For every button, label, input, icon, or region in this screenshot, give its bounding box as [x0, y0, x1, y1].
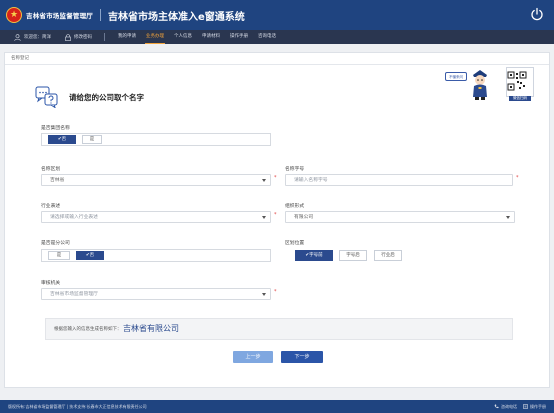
- footer: 版权所有:吉林省市场监督管理厅 | 技术支持:长春市大正信息技术有限责任公司 咨…: [0, 400, 554, 413]
- preview-label: 根据您输入的信息生成名称如下：: [54, 327, 122, 332]
- branch-company-option-yes[interactable]: 是: [48, 251, 70, 260]
- page-headline: 请给您的公司取个名字: [35, 86, 144, 108]
- nav-menu: 我的申请 业务办理 个人信息 申请材料 操作手册 咨询电话: [113, 30, 281, 44]
- group-name-options: ✔否 是: [41, 133, 271, 146]
- branch-company-label: 是否是分公司: [41, 241, 70, 246]
- preview-value: 吉林省有限公司: [123, 324, 179, 333]
- branch-company-options: 是 ✔否: [41, 249, 271, 262]
- nav-item-business[interactable]: 业务办理: [141, 30, 169, 44]
- main-content: 名称登记 请给您的公司取个名字 不懂来问 微信扫码 是否集团名称 ✔否 是 名称…: [4, 52, 550, 388]
- help-bubble[interactable]: 不懂来问: [445, 72, 467, 81]
- region-label: 名称区划: [41, 167, 61, 172]
- nav-item-manual[interactable]: 操作手册: [225, 30, 253, 44]
- nav-item-my-applications[interactable]: 我的申请: [113, 30, 141, 44]
- org-name: 吉林省市场监督管理厅: [26, 12, 93, 20]
- nav-item-hotline[interactable]: 咨询电话: [253, 30, 281, 44]
- authority-select[interactable]: 吉林省市场监督管理厅: [41, 288, 271, 300]
- org-form-label: 组织形式: [285, 204, 305, 209]
- welcome-text: 欢迎您：简洋: [24, 35, 51, 40]
- region-select[interactable]: 吉林省: [41, 174, 271, 186]
- industry-label: 行业表述: [41, 204, 61, 209]
- user-icon: [14, 33, 21, 41]
- group-name-label: 是否集团名称: [41, 126, 70, 131]
- district-position-label: 区划位置: [285, 241, 305, 246]
- footer-links: 咨询电话 操作手册: [494, 400, 546, 413]
- chevron-down-icon: [506, 216, 510, 219]
- headline-text: 请给您的公司取个名字: [69, 92, 144, 102]
- nav-bar: 欢迎您：简洋 修改密码 我的申请 业务办理 个人信息 申请材料 操作手册 咨询电…: [0, 30, 554, 44]
- required-mark: *: [516, 175, 519, 181]
- trade-name-input[interactable]: 请输入名称字号: [285, 174, 513, 186]
- breadcrumb: 名称登记: [5, 53, 549, 65]
- org-form-select[interactable]: 有限公司: [285, 211, 515, 223]
- question-bubble-icon: [35, 86, 58, 108]
- required-mark: *: [274, 212, 277, 218]
- page: ★ 吉林省市场监督管理厅 吉林省市场主体准入e窗通系统 欢迎您：简洋 修改密码 …: [0, 0, 554, 413]
- trade-name-placeholder: 请输入名称字号: [294, 178, 328, 183]
- header-divider: [100, 9, 101, 21]
- authority-value: 吉林省市场监督管理厅: [50, 292, 98, 297]
- trade-name-label: 名称字号: [285, 167, 305, 172]
- district-position-option-after-industry[interactable]: 行业后: [374, 250, 402, 261]
- name-preview: 根据您输入的信息生成名称如下： 吉林省有限公司: [45, 318, 513, 340]
- user-welcome: 欢迎您：简洋: [14, 33, 51, 41]
- required-mark: *: [274, 289, 277, 295]
- org-form-value: 有限公司: [294, 215, 314, 220]
- copyright-text: 版权所有:吉林省市场监督管理厅 | 技术支持:长春市大正信息技术有限责任公司: [8, 404, 147, 409]
- manual-link[interactable]: 操作手册: [530, 400, 546, 413]
- industry-placeholder: 请选择或输入行业表述: [50, 215, 98, 220]
- national-emblem-icon: ★: [6, 7, 22, 23]
- group-name-option-no[interactable]: ✔否: [48, 135, 76, 144]
- required-mark: *: [274, 175, 277, 181]
- qr-label: 微信扫码: [509, 96, 531, 101]
- chevron-down-icon: [262, 293, 266, 296]
- nav-item-materials[interactable]: 申请材料: [197, 30, 225, 44]
- chevron-down-icon: [262, 179, 266, 182]
- authority-label: 审核机关: [41, 281, 61, 286]
- lock-icon: [65, 33, 71, 41]
- top-header: ★ 吉林省市场监督管理厅 吉林省市场主体准入e窗通系统: [0, 0, 554, 30]
- group-name-option-yes[interactable]: 是: [82, 135, 102, 144]
- district-position-option-before[interactable]: ✔字号前: [295, 250, 333, 261]
- region-value: 吉林省: [50, 178, 65, 183]
- qr-code-icon: [507, 71, 527, 91]
- industry-select[interactable]: 请选择或输入行业表述: [41, 211, 271, 223]
- book-icon: [523, 404, 528, 409]
- district-position-option-after[interactable]: 字号后: [339, 250, 367, 261]
- branch-company-option-no[interactable]: ✔否: [76, 251, 104, 260]
- phone-icon: [494, 404, 499, 409]
- prev-step-button[interactable]: 上一步: [233, 351, 273, 363]
- system-title: 吉林省市场主体准入e窗通系统: [108, 11, 245, 23]
- consult-phone-link[interactable]: 咨询电话: [501, 400, 517, 413]
- nav-item-profile[interactable]: 个人信息: [169, 30, 197, 44]
- mascot[interactable]: 不懂来问: [445, 67, 505, 103]
- chevron-down-icon: [262, 216, 266, 219]
- police-mascot-icon: [473, 70, 487, 100]
- change-password-label: 修改密码: [74, 35, 92, 40]
- next-step-button[interactable]: 下一步: [281, 351, 323, 363]
- power-icon[interactable]: [530, 7, 544, 21]
- nav-divider: [104, 33, 105, 41]
- change-password-link[interactable]: 修改密码: [65, 33, 92, 41]
- qr-code-card[interactable]: 微信扫码: [506, 67, 534, 101]
